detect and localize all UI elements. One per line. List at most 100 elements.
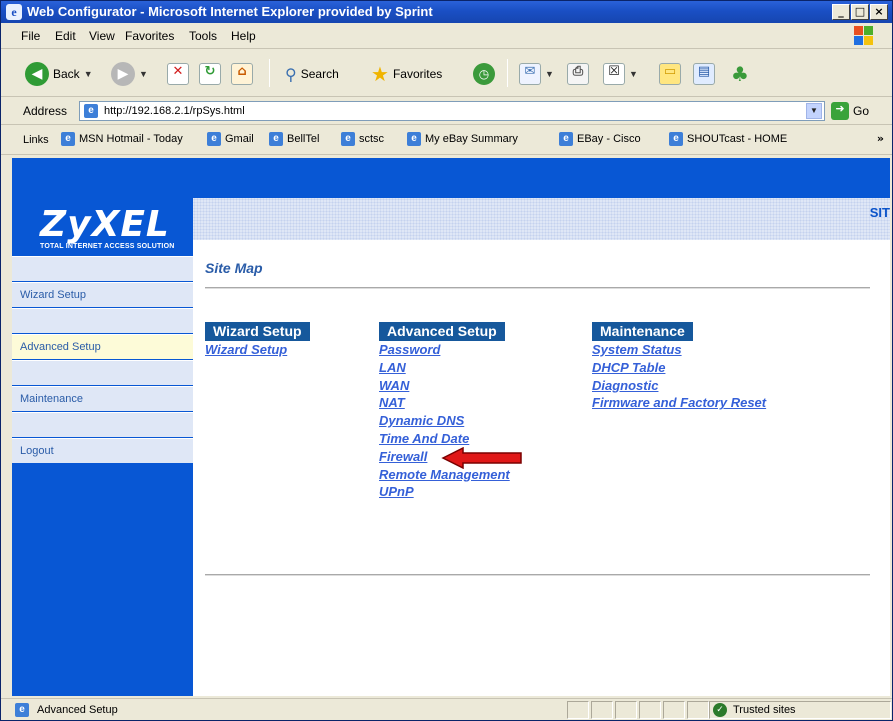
link-upnp[interactable]: UPnP <box>379 483 510 501</box>
back-button[interactable]: ◀ Back ▼ <box>25 61 93 87</box>
link-time-and-date[interactable]: Time And Date <box>379 430 510 448</box>
sidebar-item-label: Logout <box>20 445 54 457</box>
toolbar-separator <box>269 59 270 87</box>
address-label: Address <box>23 104 68 118</box>
menu-help[interactable]: Help <box>231 29 256 43</box>
link-dynamic-dns[interactable]: Dynamic DNS <box>379 412 510 430</box>
link-nat[interactable]: NAT <box>379 394 510 412</box>
menu-file[interactable]: File <box>21 29 40 43</box>
link-password[interactable]: Password <box>379 341 510 359</box>
status-cell <box>639 701 661 719</box>
logo-brand: ZyXEL <box>40 204 170 245</box>
back-arrow-icon: ◀ <box>25 62 49 86</box>
close-button[interactable]: × <box>870 4 888 20</box>
link-wizard-setup[interactable]: Wizard Setup <box>205 341 310 359</box>
sidebar-item-wizard-setup[interactable]: Wizard Setup <box>12 282 193 307</box>
security-zone[interactable]: ✓ Trusted sites <box>713 703 796 717</box>
mail-button[interactable]: ✉ ▼ <box>519 61 554 87</box>
menu-bar: File Edit View Favorites Tools Help <box>1 23 892 49</box>
browser-window: e Web Configurator - Microsoft Internet … <box>0 0 893 721</box>
link-gmail[interactable]: e Gmail <box>207 132 254 146</box>
page-icon: e <box>84 104 98 118</box>
sidebar-spacer <box>12 308 193 333</box>
link-wan[interactable]: WAN <box>379 377 510 395</box>
window-title: Web Configurator - Microsoft Internet Ex… <box>27 4 433 19</box>
maximize-button[interactable]: □ <box>851 4 869 20</box>
forward-button[interactable]: ▶ ▼ <box>111 61 148 87</box>
status-cell <box>567 701 589 719</box>
menu-edit[interactable]: Edit <box>55 29 76 43</box>
home-button[interactable]: ⌂ <box>231 61 253 87</box>
link-ebay-cisco[interactable]: e EBay - Cisco <box>559 132 641 146</box>
status-bar: e Advanced Setup ✓ Trusted sites <box>1 698 892 720</box>
sidebar-spacer <box>12 360 193 385</box>
check-icon: ✓ <box>713 703 727 717</box>
header-right-label: SIT <box>869 205 890 220</box>
page-icon: e <box>341 132 355 146</box>
divider <box>205 287 870 289</box>
windows-logo-icon <box>854 26 874 46</box>
history-button[interactable]: ◷ <box>473 61 495 87</box>
address-dropdown-button[interactable]: ▼ <box>806 103 822 119</box>
chevron-right-icon[interactable]: » <box>877 132 884 145</box>
sidebar-item-label: Wizard Setup <box>20 289 87 301</box>
zyxel-logo: ZyXEL Total Internet Access Solution <box>40 204 174 250</box>
link-dhcp-table[interactable]: DHCP Table <box>592 359 766 377</box>
edit-page-icon: ☒ <box>603 63 625 85</box>
page-icon: e <box>407 132 421 146</box>
status-cell <box>591 701 613 719</box>
go-arrow-icon: ➜ <box>831 102 849 120</box>
research-icon: ▤ <box>693 63 715 85</box>
chevron-down-icon: ▼ <box>83 69 93 79</box>
address-url: http://192.168.2.1/rpSys.html <box>104 105 245 117</box>
messenger-icon: ♣ <box>731 62 749 86</box>
link-firmware-and-factory-reset[interactable]: Firmware and Factory Reset <box>592 394 766 412</box>
link-label: SHOUTcast - HOME <box>687 133 788 145</box>
link-belltel[interactable]: e BellTel <box>269 132 319 146</box>
chevron-down-icon: ▼ <box>545 69 554 79</box>
print-button[interactable]: ⎙ <box>567 61 589 87</box>
messenger-button[interactable]: ♣ <box>731 61 749 87</box>
menu-favorites[interactable]: Favorites <box>125 29 174 43</box>
sidebar-item-logout[interactable]: Logout <box>12 438 193 463</box>
star-icon: ★ <box>371 62 389 86</box>
sidebar: ZyXEL Total Internet Access Solution Wiz… <box>12 198 193 696</box>
address-input[interactable]: e http://192.168.2.1/rpSys.html ▼ <box>79 101 825 121</box>
column-heading: Advanced Setup <box>379 322 505 341</box>
link-diagnostic[interactable]: Diagnostic <box>592 377 766 395</box>
link-sctsc[interactable]: e sctsc <box>341 132 384 146</box>
page-title: Site Map <box>205 260 263 276</box>
back-label: Back <box>53 67 80 81</box>
chevron-down-icon: ▼ <box>629 69 638 79</box>
link-label: EBay - Cisco <box>577 133 641 145</box>
column-advanced-setup: Advanced Setup Password LAN WAN NAT Dyna… <box>379 322 510 501</box>
edit-button[interactable]: ☒ ▼ <box>603 61 638 87</box>
discuss-icon: ▭ <box>659 63 681 85</box>
search-button[interactable]: ⚲ Search <box>285 61 339 87</box>
menu-view[interactable]: View <box>89 29 115 43</box>
link-label: Gmail <box>225 133 254 145</box>
sidebar-item-maintenance[interactable]: Maintenance <box>12 386 193 411</box>
link-lan[interactable]: LAN <box>379 359 510 377</box>
minimize-button[interactable]: _ <box>832 4 850 20</box>
column-heading: Maintenance <box>592 322 693 341</box>
refresh-button[interactable]: ↻ <box>199 61 221 87</box>
go-button[interactable]: ➜ Go <box>831 102 869 120</box>
home-icon: ⌂ <box>231 63 253 85</box>
title-bar[interactable]: e Web Configurator - Microsoft Internet … <box>1 1 892 23</box>
favorites-button[interactable]: ★ Favorites <box>371 61 442 87</box>
link-msn-hotmail[interactable]: e MSN Hotmail - Today <box>61 132 183 146</box>
stop-button[interactable]: ✕ <box>167 61 189 87</box>
link-my-ebay-summary[interactable]: e My eBay Summary <box>407 132 518 146</box>
link-shoutcast-home[interactable]: e SHOUTcast - HOME <box>669 132 787 146</box>
sidebar-item-advanced-setup[interactable]: Advanced Setup <box>12 334 193 359</box>
menu-tools[interactable]: Tools <box>189 29 217 43</box>
header-dotted-band <box>193 198 890 240</box>
discuss-button[interactable]: ▭ <box>659 61 681 87</box>
favorites-label: Favorites <box>392 67 443 81</box>
mail-icon: ✉ <box>519 63 541 85</box>
stop-icon: ✕ <box>167 63 189 85</box>
research-button[interactable]: ▤ <box>693 61 715 87</box>
link-system-status[interactable]: System Status <box>592 341 766 359</box>
refresh-icon: ↻ <box>199 63 221 85</box>
